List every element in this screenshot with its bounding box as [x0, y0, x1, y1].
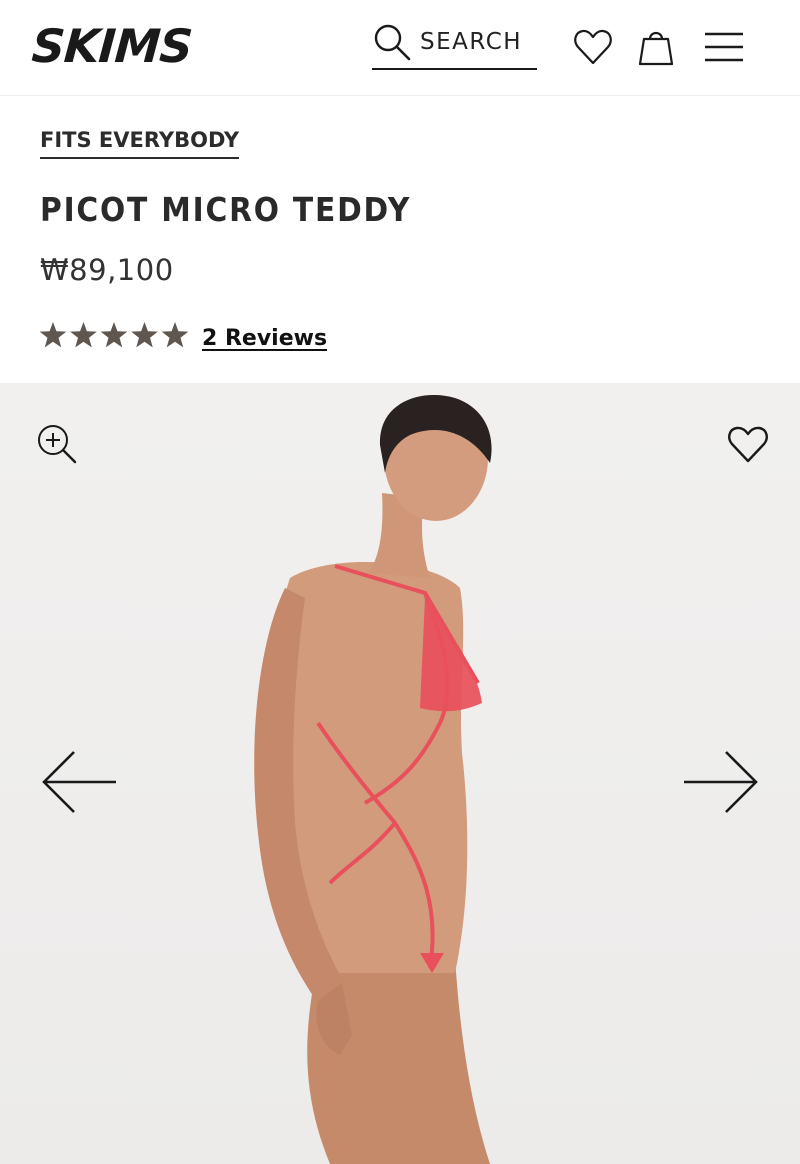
arrow-right-icon[interactable]	[680, 749, 760, 815]
star-icon	[70, 322, 97, 348]
heart-icon[interactable]	[727, 423, 769, 465]
heart-icon[interactable]	[573, 26, 613, 68]
arrow-left-icon[interactable]	[40, 749, 120, 815]
shopping-bag-icon[interactable]	[636, 26, 676, 68]
hamburger-menu-icon[interactable]	[704, 26, 744, 68]
search-label: SEARCH	[420, 29, 523, 55]
zoom-in-icon[interactable]	[36, 423, 78, 465]
star-icon	[161, 322, 189, 348]
star-rating[interactable]	[38, 320, 190, 352]
star-icon	[100, 322, 128, 348]
star-icon	[39, 322, 67, 348]
product-title: PICOT MICRO TEDDY	[40, 190, 412, 229]
site-header: SKIMS SEARCH	[0, 0, 800, 96]
search-icon	[374, 24, 411, 61]
reviews-link[interactable]: 2 Reviews	[202, 324, 327, 354]
product-image-gallery[interactable]	[0, 383, 800, 1164]
skims-logo[interactable]: SKIMS	[30, 16, 194, 76]
fits-everybody-link[interactable]: FITS EVERYBODY	[40, 126, 240, 159]
star-icon	[131, 322, 158, 348]
search-bar[interactable]: SEARCH	[372, 22, 537, 70]
product-price: ₩89,100	[40, 253, 174, 287]
